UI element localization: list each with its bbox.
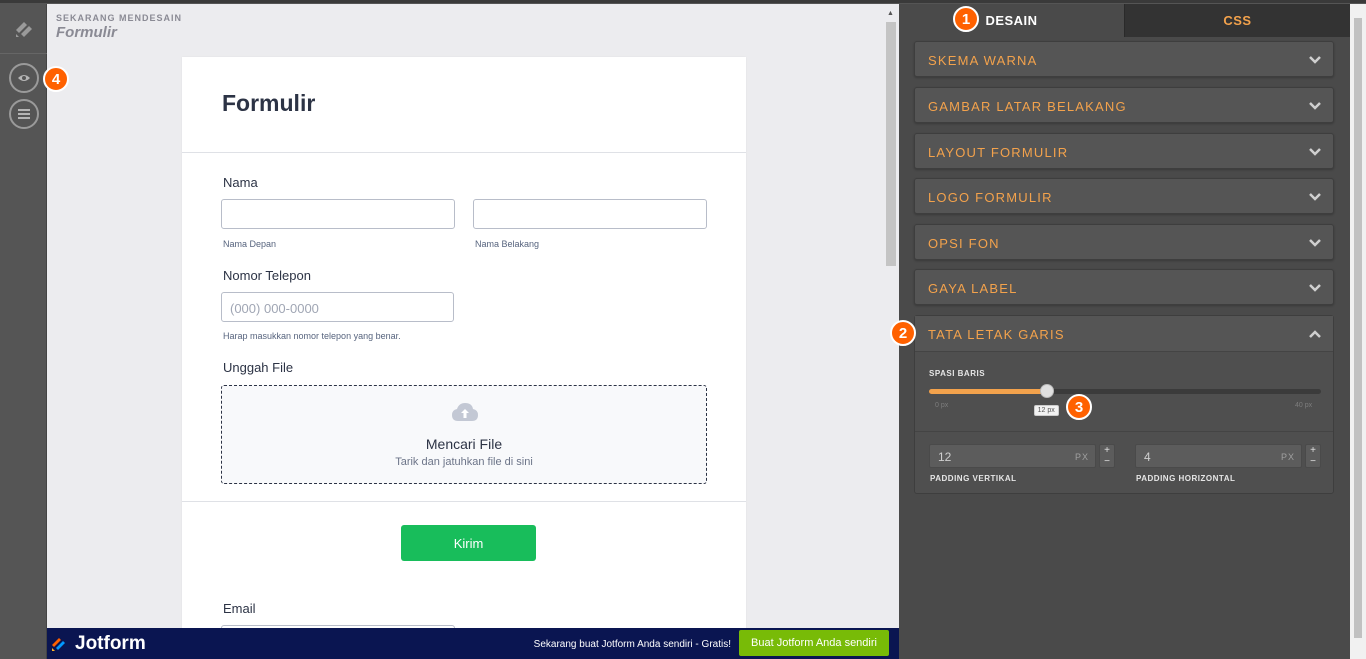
accordion-label: OPSI FON — [928, 236, 1000, 251]
padding-horizontal-label: PADDING HORIZONTAL — [1136, 474, 1236, 483]
promo-text: Sekarang buat Jotform Anda sendiri - Gra… — [533, 639, 731, 650]
padding-horizontal-unit: PX — [1280, 452, 1295, 462]
line-spacing-slider[interactable] — [929, 389, 1321, 394]
accordion-gambar-latar[interactable]: GAMBAR LATAR BELAKANG — [914, 87, 1334, 123]
phone-input[interactable]: (000) 000-0000 — [221, 292, 454, 322]
eye-icon — [18, 75, 30, 81]
accordion-layout-formulir[interactable]: LAYOUT FORMULIR — [914, 133, 1334, 169]
last-name-input[interactable] — [473, 199, 707, 229]
jotform-brand-icon — [52, 638, 65, 651]
preview-button[interactable] — [9, 63, 39, 93]
accordion-label: TATA LETAK GARIS — [928, 327, 1065, 342]
upload-title: Mencari File — [425, 436, 503, 452]
left-toolbar — [0, 4, 47, 659]
padding-horizontal-input[interactable]: 4 PX — [1135, 444, 1302, 468]
scrollbar-thumb[interactable] — [1354, 18, 1362, 638]
cloud-upload-icon — [452, 403, 478, 421]
callout-badge: 1 — [953, 6, 979, 32]
last-name-sublabel: Nama Belakang — [475, 239, 540, 249]
jotform-promo-bar: Jotform Sekarang buat Jotform Anda sendi… — [47, 628, 899, 659]
panel-scrollbar[interactable] — [1350, 4, 1366, 659]
callout-badge: 2 — [890, 320, 916, 346]
chevron-up-icon — [1309, 330, 1321, 338]
create-jotform-button[interactable]: Buat Jotform Anda sendiri — [739, 630, 889, 656]
submit-button[interactable]: Kirim — [401, 525, 536, 561]
accordion-skema-warna[interactable]: SKEMA WARNA — [914, 41, 1334, 77]
form-title[interactable]: Formulir — [222, 90, 315, 117]
slider-tooltip: 12 px — [1033, 405, 1059, 416]
accordion-opsi-fon[interactable]: OPSI FON — [914, 224, 1334, 260]
chevron-down-icon — [1309, 56, 1321, 64]
jotform-logo[interactable] — [0, 4, 47, 54]
upload-label: Unggah File — [223, 360, 294, 375]
designer-panel: DESAIN CSS SKEMA WARNA GAMBAR LATAR BELA… — [899, 4, 1366, 659]
slider-fill — [929, 389, 1047, 394]
jotform-brand[interactable]: Jotform — [75, 633, 146, 655]
first-name-input[interactable] — [221, 199, 455, 229]
accordion-label: SKEMA WARNA — [928, 53, 1038, 68]
accordion-label: LAYOUT FORMULIR — [928, 145, 1069, 160]
padding-vertical-input[interactable]: 12 PX — [929, 444, 1096, 468]
chevron-down-icon — [1309, 239, 1321, 247]
upload-subtitle: Tarik dan jatuhkan file di sini — [395, 456, 533, 468]
phone-label: Nomor Telepon — [223, 268, 311, 283]
chevron-down-icon — [1309, 284, 1321, 292]
hamburger-icon — [18, 109, 30, 119]
chevron-down-icon — [1309, 102, 1321, 110]
name-label: Nama — [223, 175, 258, 190]
jotform-logo-icon — [15, 21, 32, 37]
menu-button[interactable] — [9, 99, 39, 129]
first-name-sublabel: Nama Depan — [223, 239, 277, 249]
padding-vertical-label: PADDING VERTIKAL — [930, 474, 1017, 483]
now-designing-label: SEKARANG MENDESAIN — [56, 13, 183, 23]
accordion-gaya-label[interactable]: GAYA LABEL — [914, 269, 1334, 305]
chevron-down-icon — [1309, 148, 1321, 156]
padding-vertical-unit: PX — [1074, 452, 1089, 462]
divider — [182, 501, 746, 502]
padding-horizontal-value: 4 — [1144, 450, 1151, 464]
accordion-label: GAYA LABEL — [928, 281, 1018, 296]
email-label: Email — [223, 601, 256, 616]
form-canvas: SEKARANG MENDESAIN Formulir Formulir Nam… — [47, 4, 899, 659]
accordion-logo-formulir[interactable]: LOGO FORMULIR — [914, 178, 1334, 214]
accordion-label: GAMBAR LATAR BELAKANG — [928, 99, 1127, 114]
now-designing-title: Formulir — [56, 24, 117, 41]
slider-handle[interactable] — [1039, 384, 1054, 398]
line-spacing-label: SPASI BARIS — [929, 369, 986, 378]
divider — [182, 152, 746, 153]
slider-max-label: 40 px — [1295, 402, 1313, 409]
file-upload-dropzone[interactable]: Mencari File Tarik dan jatuhkan file di … — [221, 385, 707, 484]
chevron-down-icon — [1309, 193, 1321, 201]
canvas-scrollbar[interactable]: ▲ — [884, 10, 896, 630]
phone-placeholder: (000) 000-0000 — [230, 301, 319, 316]
accordion-header[interactable]: TATA LETAK GARIS — [915, 316, 1333, 352]
padding-vertical-value: 12 — [938, 450, 952, 464]
callout-badge: 3 — [1066, 394, 1092, 420]
padding-horizontal-stepper[interactable]: + − — [1305, 444, 1321, 468]
slider-min-label: 0 px — [935, 402, 949, 409]
scroll-up-arrow-icon[interactable]: ▲ — [887, 10, 894, 17]
scrollbar-thumb[interactable] — [886, 22, 896, 266]
tab-desain[interactable]: DESAIN — [899, 4, 1124, 37]
phone-sublabel: Harap masukkan nomor telepon yang benar. — [223, 331, 401, 341]
form-preview: Formulir Nama Nama Depan Nama Belakang N… — [182, 57, 746, 655]
accordion-tata-letak-garis: TATA LETAK GARIS SPASI BARIS 0 px 40 px … — [914, 315, 1334, 494]
divider — [915, 431, 1333, 432]
tab-css[interactable]: CSS — [1124, 4, 1350, 37]
accordion-label: LOGO FORMULIR — [928, 190, 1053, 205]
callout-badge: 4 — [43, 66, 69, 92]
padding-vertical-stepper[interactable]: + − — [1099, 444, 1115, 468]
